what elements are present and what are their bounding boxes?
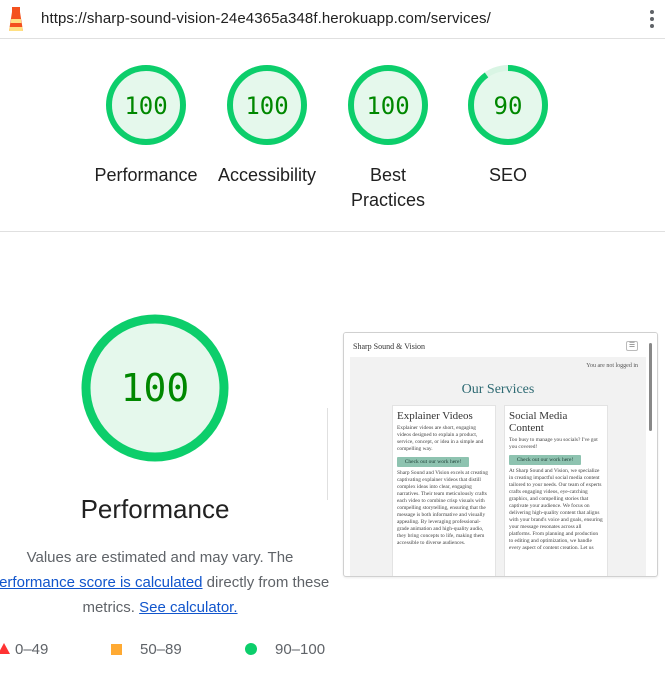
kebab-menu-icon[interactable] [646, 8, 658, 32]
score-label: SEO [488, 165, 527, 185]
score-ring: 100 [348, 65, 428, 145]
score-value: 90 [494, 92, 523, 120]
score-calculated-link[interactable]: performance score is calculated [0, 574, 203, 591]
score-ring: 100 [227, 65, 307, 145]
score-label: Accessibility [217, 165, 317, 185]
lighthouse-icon [9, 7, 23, 31]
card-body: At Sharp Sound and Vision, we specialize… [509, 468, 603, 551]
legend-fail-range: 0–49 [15, 641, 49, 658]
site-brand: Sharp Sound & Vision [353, 342, 426, 351]
url-text[interactable]: https://sharp-sound-vision-24e4365a348f.… [41, 10, 491, 27]
score-ring: 90 [468, 65, 548, 145]
gauge-best-practices[interactable]: 100 Best Practices [328, 63, 448, 213]
services-title: Our Services [461, 382, 535, 397]
gauge-performance[interactable]: 100 Performance [86, 63, 206, 188]
service-card: Social Media Content Too busy to manage … [504, 405, 608, 576]
score-description: Values are estimated and may vary. The p… [0, 545, 330, 620]
legend-pass-range: 90–100 [275, 641, 326, 658]
performance-gauge-large: 100 [0, 312, 310, 464]
legend-average-range: 50–89 [140, 641, 182, 658]
desc-text-1: Values are estimated and may vary. The [26, 549, 294, 566]
login-status: You are not logged in [586, 363, 638, 369]
gauge-seo[interactable]: 90 SEO [448, 63, 568, 188]
score-ring: 100 [106, 65, 186, 145]
card-title: Social Media Content [509, 410, 568, 434]
fail-triangle-icon [0, 643, 10, 654]
hamburger-icon: ☰ [626, 341, 638, 351]
card-title: Explainer Videos [397, 410, 473, 422]
site-navbar: Sharp Sound & Vision ☰ [344, 333, 657, 357]
service-card: Explainer Videos Explainer videos are sh… [392, 405, 496, 576]
browser-address-bar: https://sharp-sound-vision-24e4365a348f.… [0, 0, 665, 39]
site-body: You are not logged in Our Services Expla… [350, 357, 646, 576]
see-calculator-link[interactable]: See calculator. [139, 599, 237, 616]
score-label: Best Practices [350, 165, 426, 210]
pass-circle-icon [245, 643, 257, 655]
card-body: Sharp Sound and Vision excels at creatin… [397, 470, 488, 546]
score-ring-large: 100 [81, 314, 229, 462]
score-value: 100 [124, 92, 167, 120]
score-gauges: 100 Performance 100 Accessibility 100 Be… [0, 39, 665, 232]
divider [327, 408, 328, 500]
score-value: 100 [366, 92, 409, 120]
gauge-accessibility[interactable]: 100 Accessibility [207, 63, 327, 188]
scrollbar [649, 343, 652, 431]
category-title: Performance [80, 494, 230, 524]
final-screenshot[interactable]: Sharp Sound & Vision ☰ You are not logge… [343, 332, 658, 577]
card-intro: Explainer videos are short, engaging vid… [397, 425, 484, 452]
work-button: Check out our work here! [397, 457, 469, 467]
score-value: 100 [245, 92, 288, 120]
card-intro: Too busy to manage you socials? I've got… [509, 437, 598, 450]
main-score-value: 100 [121, 366, 190, 410]
work-button: Check out our work here! [509, 455, 581, 465]
score-label: Performance [94, 165, 198, 185]
average-square-icon [111, 644, 122, 655]
